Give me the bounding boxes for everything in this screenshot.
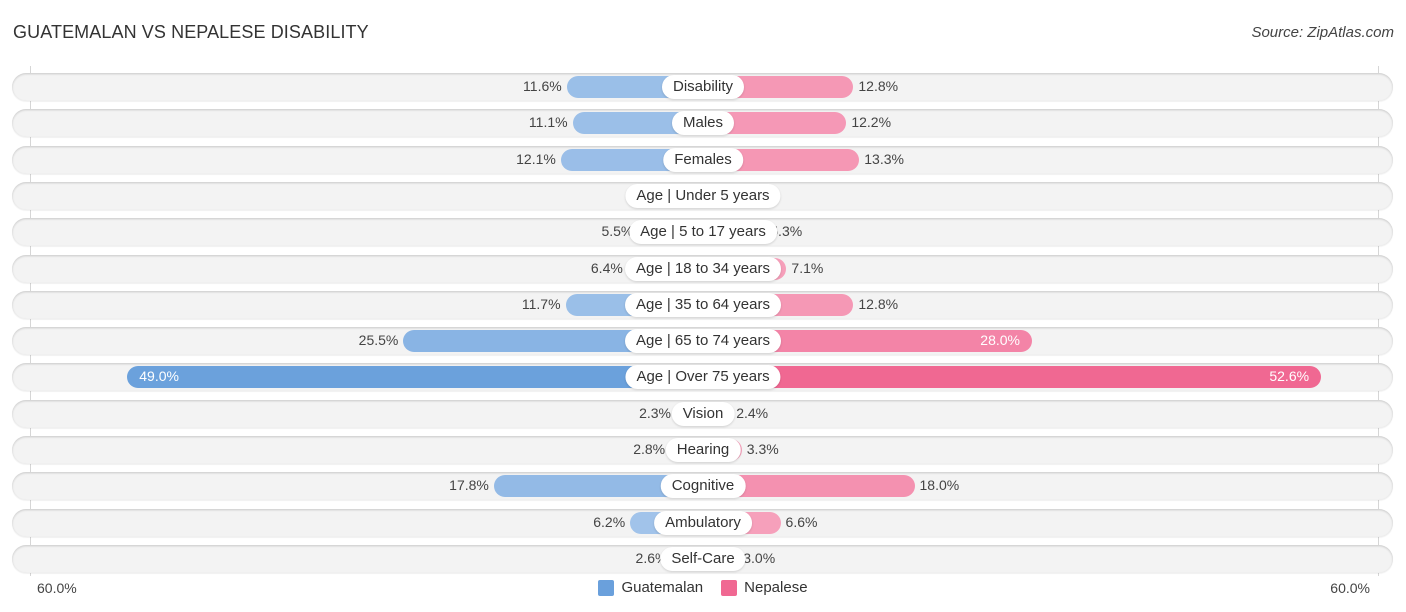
- value-label-nepalese: 13.3%: [864, 150, 904, 167]
- category-label: Ambulatory: [654, 510, 752, 535]
- value-label-nepalese: 7.1%: [791, 259, 824, 276]
- legend-swatch-guatemalan: [598, 579, 615, 596]
- chart-row: 6.2% 6.6% Ambulatory: [12, 508, 1393, 537]
- chart-row: 49.0% 52.6% Age | Over 75 years: [12, 363, 1393, 392]
- category-label: Hearing: [665, 438, 741, 462]
- value-label-guatemalan: 2.3%: [639, 404, 671, 421]
- legend-item-guatemalan[interactable]: Guatemalan: [598, 579, 703, 596]
- chart-row: 12.1% 13.3% Females: [12, 145, 1393, 174]
- value-label-guatemalan: 6.2%: [593, 513, 626, 530]
- chart-row: 5.5% 5.3% Age | 5 to 17 years: [12, 218, 1393, 247]
- chart-row: 2.3% 2.4% Vision: [12, 399, 1393, 428]
- value-label-guatemalan: 49.0%: [139, 368, 179, 385]
- category-label: Males: [671, 111, 735, 136]
- chart-row: 6.4% 7.1% Age | 18 to 34 years: [12, 254, 1393, 283]
- category-label: Age | 18 to 34 years: [625, 256, 781, 281]
- chart-row: 1.2%0.97%Age | Under 5 years: [12, 181, 1393, 210]
- value-label-guatemalan: 12.1%: [516, 150, 556, 167]
- value-label-nepalese: 12.2%: [851, 114, 892, 131]
- value-label-guatemalan: 25.5%: [358, 332, 399, 349]
- chart-rows: 11.6% 12.8% Disability 11.1% 12.2% Males 12.1%…: [0, 0, 1406, 612]
- category-label: Disability: [661, 75, 745, 99]
- value-label-guatemalan: 11.7%: [521, 295, 561, 312]
- category-label: Vision: [671, 401, 735, 426]
- value-label-nepalese: 12.8%: [858, 78, 899, 94]
- category-label: Age | 35 to 64 years: [625, 292, 781, 317]
- value-label-guatemalan: 17.8%: [449, 477, 489, 494]
- chart-row: 2.8% 3.3% Hearing: [12, 436, 1393, 464]
- chart-row: 11.1% 12.2% Males: [12, 109, 1393, 138]
- category-label: Self-Care: [660, 546, 746, 571]
- category-label: Age | Under 5 years: [625, 183, 781, 208]
- legend-label-nepalese: Nepalese: [744, 579, 808, 596]
- value-label-guatemalan: 11.6%: [523, 78, 562, 94]
- chart-row: 11.7% 12.8% Age | 35 to 64 years: [12, 290, 1393, 319]
- category-label: Age | Over 75 years: [625, 365, 781, 390]
- value-label-guatemalan: 2.8%: [633, 441, 666, 457]
- value-label-nepalese: 2.4%: [736, 404, 769, 421]
- legend-item-nepalese[interactable]: Nepalese: [721, 579, 808, 596]
- value-label-guatemalan: 6.4%: [590, 259, 623, 276]
- value-label-nepalese: 28.0%: [980, 332, 1020, 349]
- value-label-nepalese: 6.6%: [785, 513, 818, 530]
- chart-row: 2.6% 3.0% Self-Care: [12, 544, 1393, 573]
- bar-nepalese[interactable]: [703, 366, 1322, 389]
- chart-row: 17.8% 18.0% Cognitive: [12, 472, 1393, 501]
- value-label-nepalese: 12.8%: [858, 295, 899, 312]
- category-label: Age | 65 to 74 years: [625, 329, 781, 354]
- legend-label-guatemalan: Guatemalan: [621, 579, 704, 596]
- value-label-nepalese: 52.6%: [1269, 368, 1310, 385]
- category-label: Age | 5 to 17 years: [629, 220, 777, 245]
- chart-row: 11.6% 12.8% Disability: [12, 73, 1393, 101]
- value-label-nepalese: 3.0%: [743, 549, 776, 566]
- category-label: Females: [663, 147, 743, 172]
- value-label-nepalese: 18.0%: [919, 477, 960, 494]
- value-label-nepalese: 3.3%: [746, 441, 779, 457]
- value-label-guatemalan: 11.1%: [528, 114, 568, 131]
- chart-row: 25.5% 28.0% Age | 65 to 74 years: [12, 327, 1393, 356]
- legend-swatch-nepalese: [721, 579, 738, 596]
- category-label: Cognitive: [660, 474, 746, 499]
- legend: Guatemalan Nepalese: [0, 579, 1406, 596]
- bar-guatemalan[interactable]: [127, 366, 703, 389]
